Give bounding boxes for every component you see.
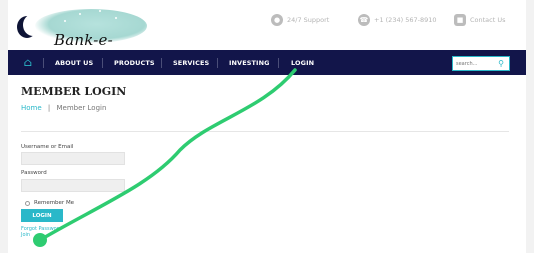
star-icon	[64, 20, 66, 22]
phone-icon: ☎	[358, 14, 370, 26]
nav-item-investing[interactable]: INVESTING	[229, 50, 270, 75]
breadcrumb-separator: |	[47, 104, 51, 112]
nav-item-services[interactable]: SERVICES	[173, 50, 209, 75]
star-icon	[115, 17, 117, 19]
join-link[interactable]: Join	[21, 232, 30, 238]
breadcrumb: Home | Member Login	[21, 104, 106, 112]
nav-divider	[43, 58, 44, 68]
nav-divider	[102, 58, 103, 68]
content-divider	[21, 131, 509, 132]
page: Bank-e-Moon ● 24/7 Support ☎ +1 (234) 56…	[8, 0, 526, 253]
password-field[interactable]	[21, 179, 125, 192]
login-button[interactable]: LOGIN	[21, 209, 63, 222]
search-input[interactable]	[453, 57, 493, 70]
page-title: MEMBER LOGIN	[21, 85, 127, 98]
contact-us[interactable]: ■ Contact Us	[454, 10, 506, 30]
star-icon	[99, 10, 101, 12]
home-icon[interactable]: ⌂	[20, 50, 36, 75]
search-icon[interactable]: ⚲	[493, 57, 509, 70]
header: Bank-e-Moon ● 24/7 Support ☎ +1 (234) 56…	[8, 0, 526, 67]
breadcrumb-home-link[interactable]: Home	[21, 104, 42, 112]
remember-me-label: Remember Me	[34, 200, 75, 206]
brand-logo[interactable]: Bank-e-Moon	[19, 6, 151, 67]
nav-divider	[161, 58, 162, 68]
contact-us-label: Contact Us	[470, 16, 506, 24]
message-icon: ■	[454, 14, 466, 26]
remember-me-checkbox[interactable]	[25, 200, 30, 206]
nav-divider	[278, 58, 279, 68]
contact-phone-label: +1 (234) 567-8910	[374, 16, 437, 24]
username-field[interactable]	[21, 152, 125, 165]
remember-me[interactable]: Remember Me	[25, 200, 74, 206]
username-label: Username or Email	[21, 144, 74, 150]
nav-divider	[217, 58, 218, 68]
breadcrumb-current: Member Login	[56, 104, 107, 112]
password-label: Password	[21, 170, 47, 176]
nav-item-about-us[interactable]: ABOUT US	[55, 50, 93, 75]
contact-support[interactable]: ● 24/7 Support	[271, 10, 329, 30]
nav-item-login[interactable]: LOGIN	[291, 50, 314, 75]
main-navigation: ⌂ ABOUT US PRODUCTS SERVICES INVESTING L…	[8, 50, 526, 75]
moon-icon	[23, 14, 43, 36]
search-box: ⚲	[452, 56, 510, 71]
contact-phone[interactable]: ☎ +1 (234) 567-8910	[358, 10, 437, 30]
nav-item-products[interactable]: PRODUCTS	[114, 50, 155, 75]
chat-bubble-icon: ●	[271, 14, 283, 26]
contact-support-label: 24/7 Support	[287, 16, 330, 24]
star-icon	[79, 13, 81, 15]
